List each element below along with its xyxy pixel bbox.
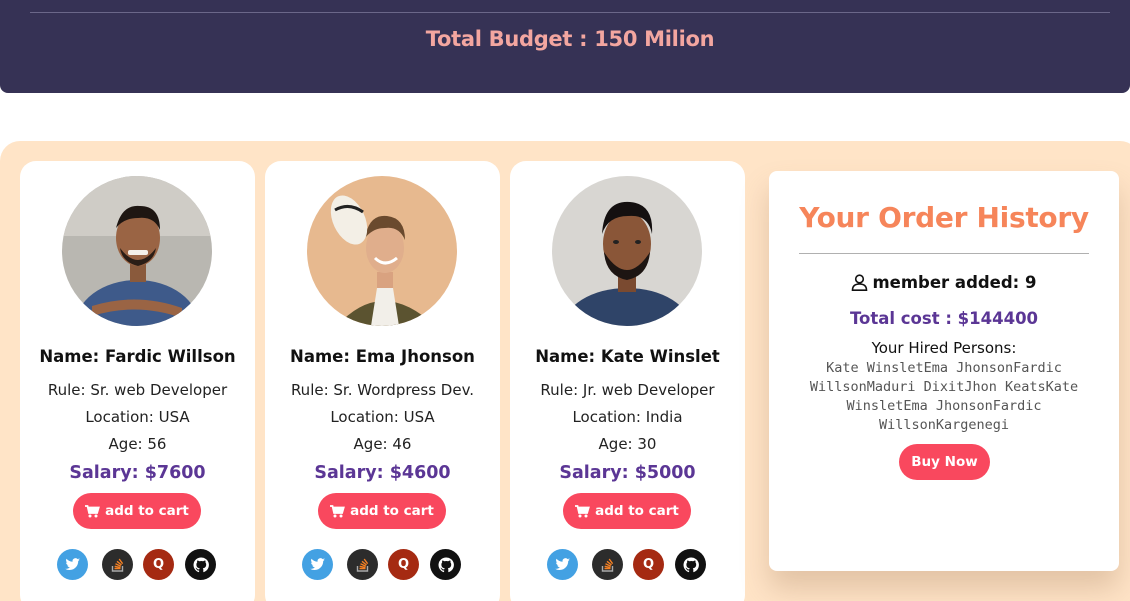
header-divider	[30, 12, 1110, 13]
avatar	[62, 176, 212, 326]
github-icon[interactable]	[675, 549, 706, 580]
members-added-label: member added: 9	[872, 273, 1037, 292]
top-header: Total Budget : 150 Milion	[0, 0, 1130, 93]
total-budget: Total Budget : 150 Milion	[425, 27, 715, 51]
github-icon[interactable]	[430, 549, 461, 580]
quora-icon[interactable]: Q	[388, 549, 419, 580]
twitter-icon[interactable]	[302, 549, 333, 580]
order-history-panel: Your Order History member added: 9 Total…	[769, 171, 1119, 571]
person-age: Age: 30	[598, 435, 657, 453]
stackoverflow-icon[interactable]	[102, 549, 133, 580]
cart-icon	[85, 504, 100, 517]
person-name: Name: Ema Jhonson	[290, 347, 475, 366]
github-icon[interactable]	[185, 549, 216, 580]
person-salary: Salary: $5000	[559, 463, 696, 483]
twitter-icon[interactable]	[57, 549, 88, 580]
person-age: Age: 56	[108, 435, 167, 453]
hired-persons-list: Kate WinsletEma JhonsonFardic WillsonMad…	[809, 360, 1079, 433]
add-to-cart-label: add to cart	[350, 503, 434, 519]
person-role: Rule: Jr. web Developer	[540, 381, 715, 399]
social-links: Q	[302, 549, 464, 581]
person-location: Location: USA	[330, 408, 435, 426]
order-divider	[799, 253, 1089, 254]
order-history-title: Your Order History	[799, 201, 1089, 234]
twitter-icon[interactable]	[547, 549, 578, 580]
user-icon	[852, 274, 868, 291]
person-role: Rule: Sr. web Developer	[47, 381, 228, 399]
stackoverflow-icon[interactable]	[592, 549, 623, 580]
members-added: member added: 9	[769, 273, 1119, 292]
add-to-cart-label: add to cart	[105, 503, 189, 519]
person-location: Location: India	[572, 408, 683, 426]
person-role: Rule: Sr. Wordpress Dev.	[290, 381, 475, 399]
quora-icon[interactable]: Q	[143, 549, 174, 580]
person-name: Name: Kate Winslet	[535, 347, 720, 366]
add-to-cart-button[interactable]: add to cart	[563, 493, 691, 529]
quora-icon[interactable]: Q	[633, 549, 664, 580]
person-salary: Salary: $4600	[314, 463, 451, 483]
person-location: Location: USA	[85, 408, 190, 426]
social-links: Q	[547, 549, 709, 581]
add-to-cart-button[interactable]: add to cart	[318, 493, 446, 529]
buy-now-button[interactable]: Buy Now	[899, 444, 990, 480]
person-card-3: Name: Kate Winslet Rule: Jr. web Develop…	[510, 161, 745, 601]
avatar	[552, 176, 702, 326]
avatar	[307, 176, 457, 326]
stackoverflow-icon[interactable]	[347, 549, 378, 580]
person-card-1: Name: Fardic Willson Rule: Sr. web Devel…	[20, 161, 255, 601]
person-age: Age: 46	[353, 435, 412, 453]
hired-persons-label: Your Hired Persons:	[871, 339, 1017, 357]
cart-icon	[575, 504, 590, 517]
add-to-cart-button[interactable]: add to cart	[73, 493, 201, 529]
total-cost: Total cost : $144400	[849, 309, 1039, 328]
person-salary: Salary: $7600	[69, 463, 206, 483]
person-card-2: Name: Ema Jhonson Rule: Sr. Wordpress De…	[265, 161, 500, 601]
person-name: Name: Fardic Willson	[39, 347, 236, 366]
add-to-cart-label: add to cart	[595, 503, 679, 519]
social-links: Q	[57, 549, 219, 581]
cart-icon	[330, 504, 345, 517]
